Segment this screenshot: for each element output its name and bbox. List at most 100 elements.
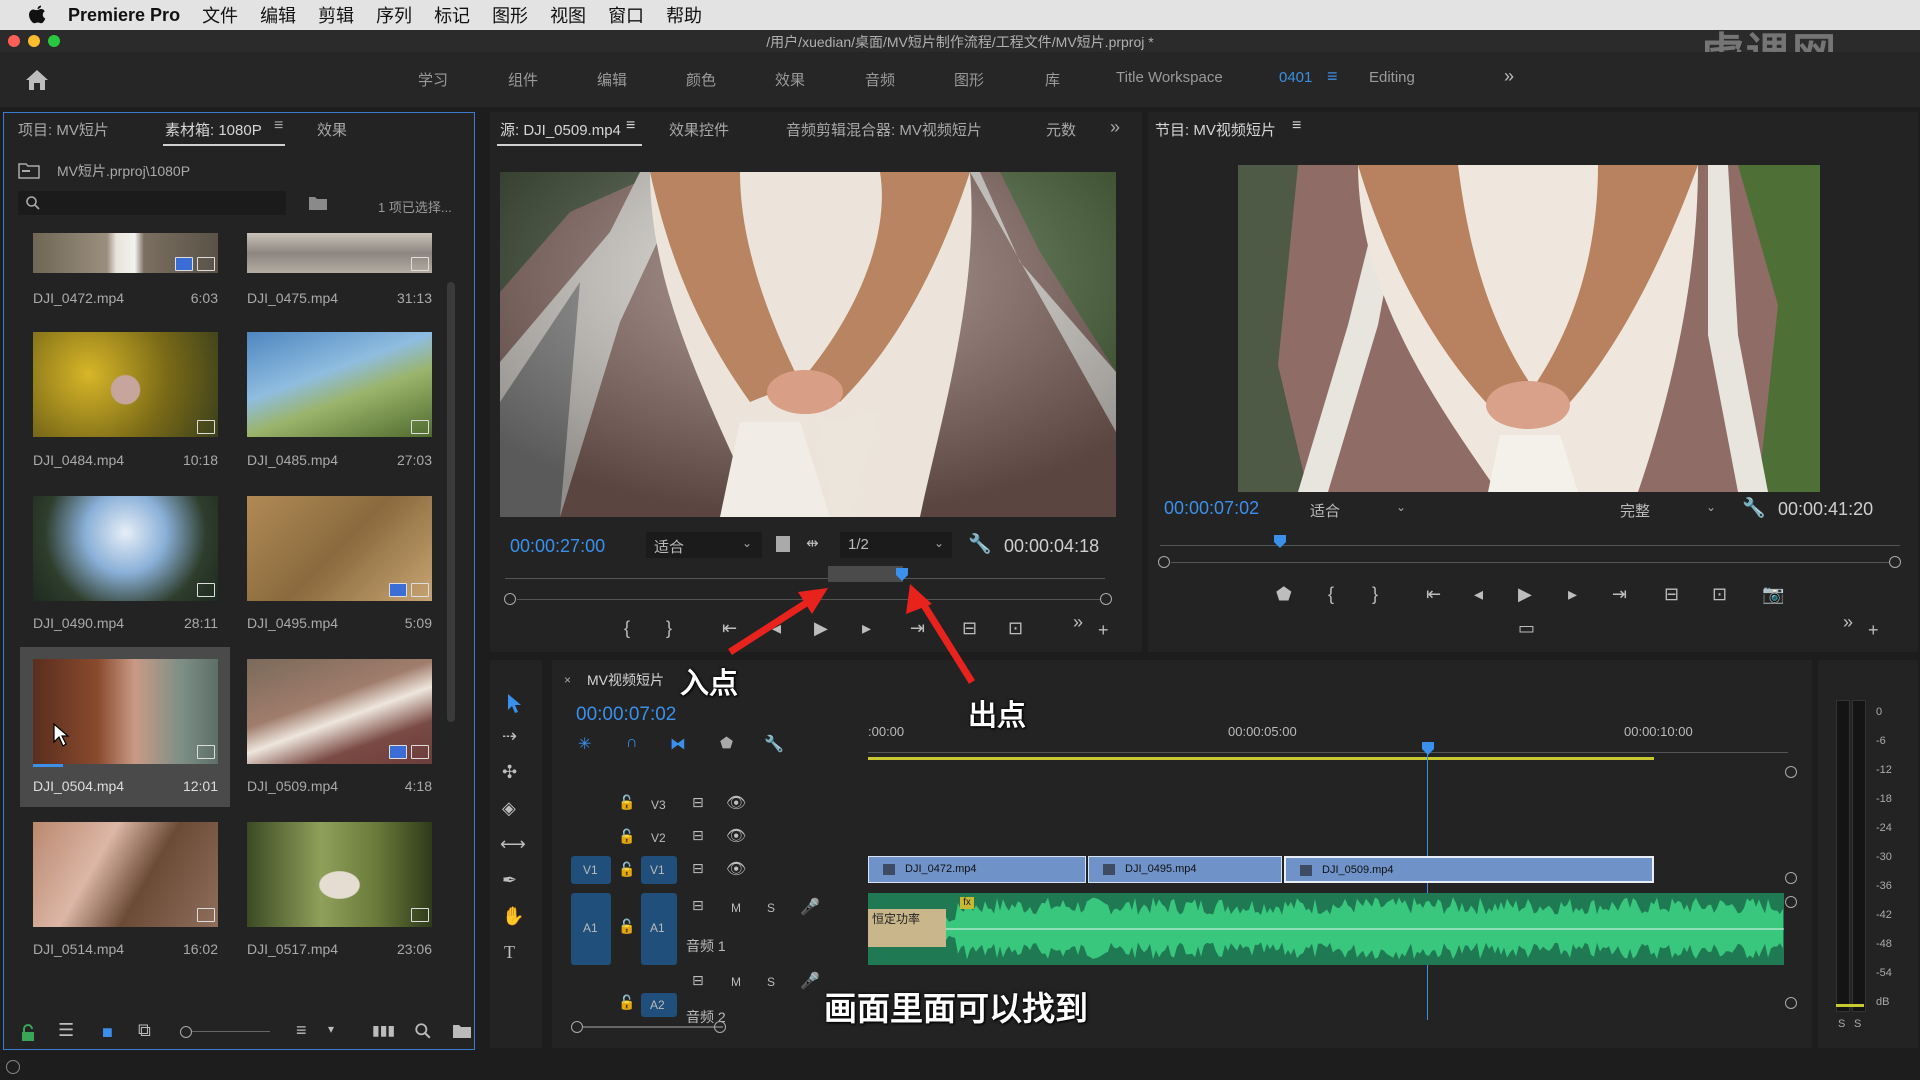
sort-icon[interactable]: ≡ xyxy=(296,1020,307,1041)
add-button-icon[interactable]: + xyxy=(1868,620,1879,641)
sync-lock-icon[interactable]: ⊟ xyxy=(692,897,704,914)
sort-dropdown-icon[interactable]: ▾ xyxy=(328,1022,334,1036)
insert-overlay-icon[interactable] xyxy=(776,536,790,552)
program-time-ruler[interactable] xyxy=(1160,545,1900,546)
program-menu-icon[interactable]: ≡ xyxy=(1292,117,1301,135)
timeline-playhead-timecode[interactable]: 00:00:07:02 xyxy=(576,704,676,726)
zoom-slider-handle[interactable] xyxy=(180,1026,192,1038)
go-to-in-icon[interactable]: ⇤ xyxy=(1426,584,1441,605)
more-tabs-icon[interactable]: » xyxy=(1110,117,1120,138)
eye-icon[interactable]: 👁 xyxy=(726,859,746,879)
timeline-clip-selected[interactable]: DJI_0509.mp4 xyxy=(1284,856,1654,883)
more-controls-icon[interactable]: » xyxy=(1843,612,1853,633)
workspace-graphics[interactable]: 图形 xyxy=(954,69,984,90)
tab-bin-1080p[interactable]: 素材箱: 1080P xyxy=(165,119,262,140)
wrench-icon[interactable]: 🔧 xyxy=(968,532,992,556)
track-v2-label[interactable]: V2 xyxy=(651,831,666,845)
insert-nested-icon[interactable]: ✳ xyxy=(578,734,591,754)
tab-source[interactable]: 源: DJI_0509.mp4 xyxy=(500,119,621,140)
step-forward-icon[interactable]: ▸ xyxy=(1568,584,1577,605)
type-tool-icon[interactable]: T xyxy=(504,942,515,963)
clip-thumbnail[interactable] xyxy=(247,233,432,273)
project-scrollbar[interactable] xyxy=(447,282,455,722)
lock-icon[interactable]: 🔓 xyxy=(618,994,635,1011)
clip-thumbnail[interactable] xyxy=(33,659,218,764)
menu-edit[interactable]: 编辑 xyxy=(260,2,296,28)
track-select-tool-icon[interactable]: ⇢ xyxy=(502,726,517,747)
horizontal-scrollbar[interactable] xyxy=(583,1026,723,1028)
program-zoom-handle-right[interactable] xyxy=(1889,556,1901,568)
menu-graphics[interactable]: 图形 xyxy=(492,2,528,28)
timeline-ruler[interactable] xyxy=(868,744,1788,753)
tab-effect-controls[interactable]: 效果控件 xyxy=(669,119,729,140)
menu-help[interactable]: 帮助 xyxy=(666,2,702,28)
lift-icon[interactable]: ⊟ xyxy=(1664,584,1679,605)
status-icon[interactable] xyxy=(6,1060,20,1074)
vertical-zoom-handle[interactable] xyxy=(1785,997,1797,1009)
microphone-icon[interactable]: 🎤 xyxy=(800,971,820,991)
solo-button[interactable]: S xyxy=(767,975,775,989)
step-back-icon[interactable]: ◂ xyxy=(1474,584,1483,605)
linked-selection-icon[interactable]: ⧓ xyxy=(670,734,686,754)
mute-button[interactable]: M xyxy=(731,901,741,915)
track-v3-label[interactable]: V3 xyxy=(651,798,666,812)
source-resolution-dropdown[interactable]: 1/2 ⌄ xyxy=(840,532,952,558)
timeline-playhead[interactable] xyxy=(1420,740,1436,756)
lock-icon[interactable]: 🔓 xyxy=(618,861,635,878)
source-zoom-handle-left[interactable] xyxy=(504,593,516,605)
menu-view[interactable]: 视图 xyxy=(550,2,586,28)
comparison-view-icon[interactable]: ▭ xyxy=(1518,618,1535,639)
workspace-editing[interactable]: Editing xyxy=(1369,69,1415,86)
mute-button[interactable]: M xyxy=(731,975,741,989)
overwrite-icon[interactable]: ⊡ xyxy=(1008,618,1023,639)
source-playhead-timecode[interactable]: 00:00:27:00 xyxy=(510,536,605,557)
selection-tool-icon[interactable] xyxy=(506,692,524,714)
freeform-view-icon[interactable]: ⧉ xyxy=(138,1020,151,1041)
vertical-zoom-handle[interactable] xyxy=(1785,896,1797,908)
export-frame-icon[interactable]: 📷 xyxy=(1762,584,1784,605)
tab-sequence[interactable]: MV视频短片 xyxy=(587,670,664,690)
clip-thumbnail[interactable] xyxy=(247,332,432,437)
play-icon[interactable]: ▶ xyxy=(1518,584,1532,605)
tab-effects[interactable]: 效果 xyxy=(317,119,347,140)
workspace-assembly[interactable]: 组件 xyxy=(508,69,538,90)
tab-program[interactable]: 节目: MV视频短片 xyxy=(1155,119,1276,140)
timeline-clip[interactable]: DJI_0472.mp4 xyxy=(868,856,1086,883)
source-patch-v1[interactable]: V1 xyxy=(571,856,611,884)
meter-solo-left[interactable]: S xyxy=(1838,1018,1845,1030)
add-marker-icon[interactable]: ⬟ xyxy=(1276,584,1292,605)
workspace-effects[interactable]: 效果 xyxy=(775,69,805,90)
workspace-learning[interactable]: 学习 xyxy=(418,69,448,90)
menu-file[interactable]: 文件 xyxy=(202,2,238,28)
close-sequence-icon[interactable]: × xyxy=(564,673,571,687)
workspace-editing-cn[interactable]: 编辑 xyxy=(597,69,627,90)
track-a2-toggle[interactable]: A2 xyxy=(641,993,677,1017)
workspace-0401[interactable]: 0401 xyxy=(1279,69,1312,86)
vertical-zoom-handle[interactable] xyxy=(1785,766,1797,778)
sync-lock-icon[interactable]: ⊟ xyxy=(692,794,704,811)
tab-audio-mixer[interactable]: 音频剪辑混合器: MV视频短片 xyxy=(786,119,982,140)
menu-app-name[interactable]: Premiere Pro xyxy=(68,5,180,26)
mark-out-icon[interactable]: } xyxy=(666,618,672,639)
source-zoom-handle-right[interactable] xyxy=(1100,593,1112,605)
meter-solo-right[interactable]: S xyxy=(1854,1018,1861,1030)
program-playhead[interactable] xyxy=(1272,533,1288,549)
slip-tool-icon[interactable]: ⟷ xyxy=(500,834,526,855)
panel-menu-icon[interactable]: ≡ xyxy=(274,117,283,135)
horizontal-zoom-handle[interactable] xyxy=(714,1021,726,1033)
lock-icon[interactable] xyxy=(20,1024,36,1042)
eye-icon[interactable]: 👁 xyxy=(726,793,746,813)
source-fit-dropdown[interactable]: 适合 ⌄ xyxy=(646,532,762,558)
source-video-frame[interactable] xyxy=(500,172,1116,517)
program-zoom-bar[interactable] xyxy=(1171,562,1889,563)
add-marker-icon[interactable]: ⬟ xyxy=(720,734,733,752)
drag-video-icon[interactable]: ⇹ xyxy=(806,534,819,552)
new-bin-icon[interactable] xyxy=(308,195,328,211)
new-folder-icon[interactable] xyxy=(452,1023,472,1039)
sync-lock-icon[interactable]: ⊟ xyxy=(692,860,704,877)
source-time-ruler[interactable] xyxy=(505,578,1105,579)
program-fit-dropdown[interactable]: 适合 ⌄ xyxy=(1300,496,1416,522)
microphone-icon[interactable]: 🎤 xyxy=(800,897,820,917)
eye-icon[interactable]: 👁 xyxy=(726,826,746,846)
mark-out-icon[interactable]: } xyxy=(1372,584,1378,605)
